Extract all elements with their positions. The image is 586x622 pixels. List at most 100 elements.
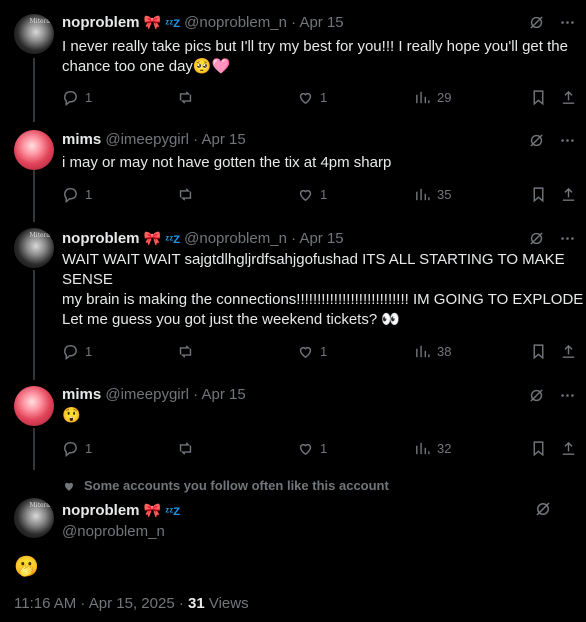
more-icon[interactable] [559,132,576,154]
avatar[interactable]: Mitera [14,228,54,268]
avatar[interactable]: Mitera [14,498,54,538]
share-icon [562,90,575,104]
share-button[interactable] [560,343,577,360]
like-button[interactable]: 1 [297,440,327,457]
ribbon-emoji: 🎀 [143,230,162,246]
focused-tweet-text: 🫢 [14,556,39,578]
tweet-header: mims @imeepygirl · Apr 15 [62,131,246,148]
tweet-top-actions [528,230,576,252]
handle[interactable]: @noproblem_n [62,522,180,542]
grok-icon[interactable] [528,230,545,252]
grok-icon[interactable] [528,132,545,154]
retweet-icon [179,188,192,201]
like-icon [299,92,312,105]
share-button[interactable] [560,440,577,457]
tweet-actions: 1 1 32 [62,440,577,460]
tweet-header: noproblem 🎀 ᶻᶻZ @noproblem_n · Apr 15 [62,14,344,31]
heart-icon [64,482,74,491]
share-icon [562,187,575,201]
retweet-icon [179,91,192,104]
retweet-button[interactable] [177,343,194,360]
timestamp[interactable]: Apr 15 [201,131,245,148]
tweet-meta: 11:16 AM · Apr 15, 2025 · 31 Views [14,595,249,612]
sleep-emoji: ᶻᶻZ [165,234,180,246]
tweet-text: I never really take pics but I'll try my… [62,38,568,75]
like-button[interactable]: 1 [297,343,327,360]
share-icon [562,441,575,455]
retweet-button[interactable] [177,440,194,457]
grok-icon[interactable] [528,14,545,36]
focused-tweet-header: noproblem 🎀 ᶻᶻZ @noproblem_n [62,500,180,542]
tweet[interactable]: Mitera noproblem 🎀 ᶻᶻZ @noproblem_n · Ap… [0,220,586,380]
bookmark-button[interactable] [530,440,547,457]
views-icon [416,442,430,455]
display-name[interactable]: noproblem [62,230,140,247]
bookmark-button[interactable] [530,186,547,203]
grok-icon[interactable] [534,500,552,523]
retweet-button[interactable] [177,186,194,203]
reply-button[interactable]: 1 [62,440,92,457]
timestamp[interactable]: Apr 15 [299,230,343,247]
tweet-actions: 1 1 38 [62,343,577,363]
like-icon [299,189,312,202]
bookmark-button[interactable] [530,343,547,360]
share-button[interactable] [560,89,577,106]
bookmark-icon [533,187,544,203]
views-label: Views [204,595,249,612]
like-button[interactable]: 1 [297,186,327,203]
like-button[interactable]: 1 [297,89,327,106]
tweet-header: noproblem 🎀 ᶻᶻZ @noproblem_n · Apr 15 [62,230,344,247]
tweet-text: i may or may not have gotten the tix at … [62,154,392,171]
retweet-button[interactable] [177,89,194,106]
tweet[interactable]: Mitera noproblem 🎀 ᶻᶻZ @noproblem_n · Ap… [0,0,586,120]
display-name[interactable]: noproblem [62,14,140,31]
avatar[interactable] [14,386,54,426]
handle[interactable]: @noproblem_n [184,230,287,247]
views-icon [416,91,430,104]
avatar[interactable]: Mitera [14,14,54,54]
handle[interactable]: @noproblem_n [184,14,287,31]
social-context: Some accounts you follow often like this… [62,478,389,493]
tweet-text: 😲 [62,407,81,424]
timestamp[interactable]: Apr 15 [201,386,245,403]
more-icon[interactable] [559,230,576,252]
reply-button[interactable]: 1 [62,186,92,203]
reply-button[interactable]: 1 [62,343,92,360]
sleep-emoji: ᶻᶻZ [165,18,180,30]
tweet-header: mims @imeepygirl · Apr 15 [62,386,246,403]
tweet[interactable]: mims @imeepygirl · Apr 15 i may or may n… [0,120,586,220]
handle[interactable]: @imeepygirl [105,131,189,148]
ribbon-emoji: 🎀 [143,502,162,518]
timestamp[interactable]: 11:16 AM · Apr 15, 2025 · [14,595,188,612]
reply-button[interactable]: 1 [62,89,92,106]
tweet-top-actions [528,14,576,36]
retweet-icon [179,442,192,455]
tweet-actions: 1 1 35 [62,186,577,206]
sleep-emoji: ᶻᶻZ [165,506,180,518]
more-icon[interactable] [559,14,576,36]
avatar[interactable] [14,130,54,170]
tweet-actions: 1 1 29 [62,89,577,109]
display-name[interactable]: mims [62,386,101,403]
views-button[interactable]: 29 [414,89,451,106]
views-button[interactable]: 32 [414,440,451,457]
thread: Mitera noproblem 🎀 ᶻᶻZ @noproblem_n · Ap… [0,0,586,622]
timestamp[interactable]: Apr 15 [299,14,343,31]
tweet-top-actions [528,132,576,154]
views-icon [416,345,430,358]
reply-icon [64,188,77,203]
display-name[interactable]: noproblem 🎀 ᶻᶻZ [62,500,180,522]
share-icon [562,344,575,358]
views-button[interactable]: 38 [414,343,451,360]
bookmark-icon [533,90,544,106]
share-button[interactable] [560,186,577,203]
retweet-icon [179,345,192,358]
handle[interactable]: @imeepygirl [105,386,189,403]
display-name[interactable]: mims [62,131,101,148]
bookmark-button[interactable] [530,89,547,106]
views-button[interactable]: 35 [414,186,451,203]
tweet[interactable]: mims @imeepygirl · Apr 15 😲 1 1 32 [0,380,586,470]
reply-icon [64,345,77,360]
like-icon [299,443,312,456]
bookmark-icon [533,344,544,360]
